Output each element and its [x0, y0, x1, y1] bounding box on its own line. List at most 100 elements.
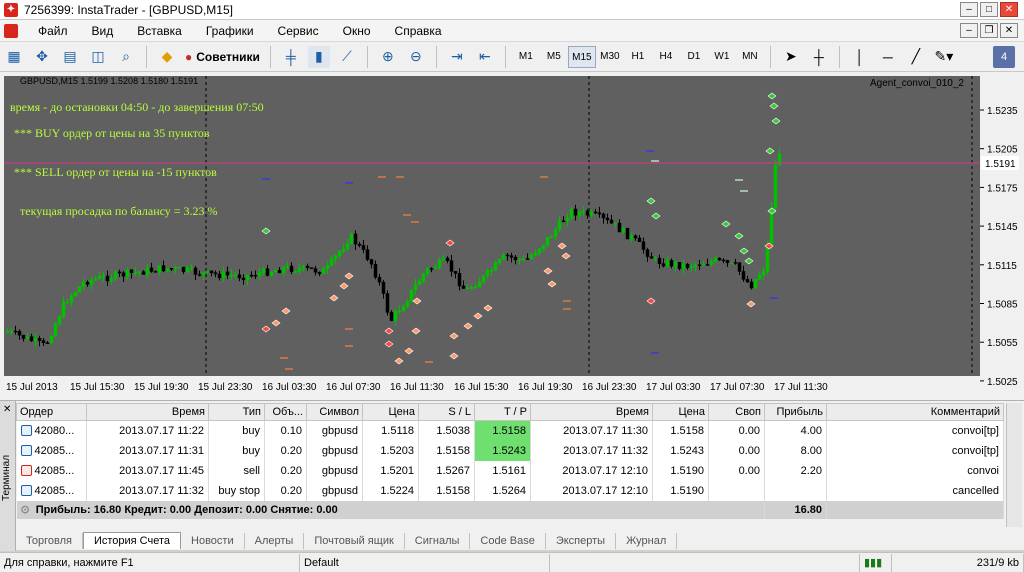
candle-body [501, 254, 506, 260]
terminal-close-icon[interactable]: ✕ [3, 404, 11, 415]
col-comment[interactable]: Комментарий [826, 403, 1004, 421]
expert-advisors-button[interactable]: ● Советники [181, 50, 264, 64]
profit-value: 2.20 [800, 464, 822, 477]
candle-body [597, 212, 602, 215]
volume-value: 0.10 [280, 424, 302, 437]
objects-dropdown-icon[interactable]: ✎▾ [933, 46, 955, 68]
comment-value: cancelled [952, 484, 999, 497]
tab-7[interactable]: Эксперты [546, 533, 617, 549]
tab-6[interactable]: Code Base [470, 533, 546, 549]
candle-body [681, 263, 686, 269]
candle-body [461, 285, 466, 289]
col-tp[interactable]: T / P [474, 403, 531, 421]
new-chart-icon[interactable]: ▦ [3, 46, 25, 68]
tab-3[interactable]: Алерты [245, 533, 305, 549]
tab-1[interactable]: История Счета [82, 532, 182, 549]
candle-body [109, 278, 114, 282]
connection-bars-icon: ▮▮▮ [860, 553, 892, 572]
col-open-time[interactable]: Время [86, 403, 209, 421]
menu-insert[interactable]: Вставка [125, 24, 194, 38]
menu-charts[interactable]: Графики [194, 24, 266, 38]
menu-tools[interactable]: Сервис [266, 24, 331, 38]
timeframe-m1[interactable]: M1 [512, 46, 540, 68]
line-chart-icon[interactable]: ⟋ [336, 46, 358, 68]
stop-loss-value: 1.5267 [436, 464, 470, 477]
col-type[interactable]: Тип [208, 403, 265, 421]
table-row[interactable]: 42080... 2013.07.17 11:22 buy 0.10 gbpusd 1.5… [16, 420, 1004, 441]
candle-body [153, 271, 158, 273]
chart-window-icon[interactable] [4, 23, 18, 38]
trendline-icon[interactable]: ╱ [905, 46, 927, 68]
timeframe-mn[interactable]: MN [736, 46, 764, 68]
menu-view[interactable]: Вид [80, 24, 126, 38]
child-close-button[interactable]: ✕ [1000, 23, 1018, 38]
child-minimize-button[interactable]: – [960, 23, 978, 38]
table-row[interactable]: 42085... 2013.07.17 11:32 buy stop 0.20 gbpu… [16, 480, 1004, 501]
new-order-icon[interactable]: ◆ [156, 46, 178, 68]
cell-close-time: 2013.07.17 11:30 [530, 420, 653, 441]
terminal-scrollbar[interactable] [1006, 403, 1022, 527]
vertical-line-icon[interactable]: │ [849, 46, 871, 68]
col-symbol[interactable]: Символ [306, 403, 363, 421]
timeframe-d1[interactable]: D1 [680, 46, 708, 68]
col-price[interactable]: Цена [362, 403, 419, 421]
candle-body [733, 262, 738, 264]
summary-icon: ⊙ [20, 504, 30, 516]
autoscroll-icon[interactable]: ⇥ [446, 46, 468, 68]
navigator-icon[interactable]: ✥ [31, 46, 53, 68]
zoom-out-icon[interactable]: ⊖ [405, 46, 427, 68]
cursor-icon[interactable]: ➤ [780, 46, 802, 68]
timeframe-h1[interactable]: H1 [624, 46, 652, 68]
col-close-price[interactable]: Цена [652, 403, 709, 421]
col-profit[interactable]: Прибыль [764, 403, 827, 421]
tab-0[interactable]: Торговля [16, 533, 83, 549]
timeframe-m5[interactable]: M5 [540, 46, 568, 68]
tab-4[interactable]: Почтовый ящик [304, 533, 405, 549]
minimize-button[interactable]: – [960, 2, 978, 17]
cell-comment: cancelled [826, 480, 1004, 501]
maximize-button[interactable]: □ [980, 2, 998, 17]
col-volume[interactable]: Объ... [264, 403, 307, 421]
horizontal-line-icon[interactable]: ─ [877, 46, 899, 68]
tab-8[interactable]: Журнал [616, 533, 678, 549]
market-watch-icon[interactable]: ▤ [59, 46, 81, 68]
open-time-value: 2013.07.17 11:32 [119, 484, 204, 497]
cell-price: 1.5118 [362, 420, 419, 441]
strategy-tester-icon[interactable]: ⌕ [115, 46, 137, 68]
menu-help[interactable]: Справка [383, 24, 454, 38]
close-price-value: 1.5190 [670, 484, 704, 497]
timeframe-m30[interactable]: M30 [596, 46, 624, 68]
candle-body [369, 259, 374, 265]
timeframe-w1[interactable]: W1 [708, 46, 736, 68]
chart-shift-icon[interactable]: ⇤ [474, 46, 496, 68]
col-order[interactable]: Ордер [16, 403, 87, 421]
crosshair-icon[interactable]: ┼ [808, 46, 830, 68]
bar-chart-icon[interactable]: ╪ [280, 46, 302, 68]
zoom-in-icon[interactable]: ⊕ [377, 46, 399, 68]
stop-loss-value: 1.5158 [436, 444, 470, 457]
table-row[interactable]: 42085... 2013.07.17 11:31 buy 0.20 gbpusd 1.5… [16, 440, 1004, 461]
timeframe-h4[interactable]: H4 [652, 46, 680, 68]
tab-5[interactable]: Сигналы [405, 533, 471, 549]
close-button[interactable]: ✕ [1000, 2, 1018, 17]
col-swap[interactable]: Своп [708, 403, 765, 421]
chat-icon[interactable]: 4 [993, 45, 1015, 68]
chart-window[interactable]: 1.5191 1.5235 1.5205 1.5175 1.5145 1.5115 1.5… [0, 72, 1024, 400]
candlestick-icon[interactable]: ▮ [307, 45, 330, 68]
col-sl[interactable]: S / L [418, 403, 475, 421]
candle-body [421, 273, 426, 282]
candle-body [37, 338, 42, 341]
candle-body [5, 331, 10, 333]
tab-2[interactable]: Новости [181, 533, 245, 549]
child-restore-button[interactable]: ❐ [980, 23, 998, 38]
order-id-value: 42085... [34, 484, 75, 497]
menu-file[interactable]: Файл [26, 24, 80, 38]
time-label: 15 Jul 15:30 [70, 382, 125, 393]
col-close-time[interactable]: Время [530, 403, 653, 421]
price-chart[interactable]: 1.5191 1.5235 1.5205 1.5175 1.5145 1.5115 1.5… [4, 76, 1020, 396]
table-row[interactable]: 42085... 2013.07.17 11:45 sell 0.20 gbpusd 1.… [16, 460, 1004, 481]
menu-window[interactable]: Окно [331, 24, 383, 38]
data-window-icon[interactable]: ◫ [87, 46, 109, 68]
timeframe-m15[interactable]: M15 [567, 45, 596, 68]
close-price-value: 1.5190 [670, 464, 704, 477]
